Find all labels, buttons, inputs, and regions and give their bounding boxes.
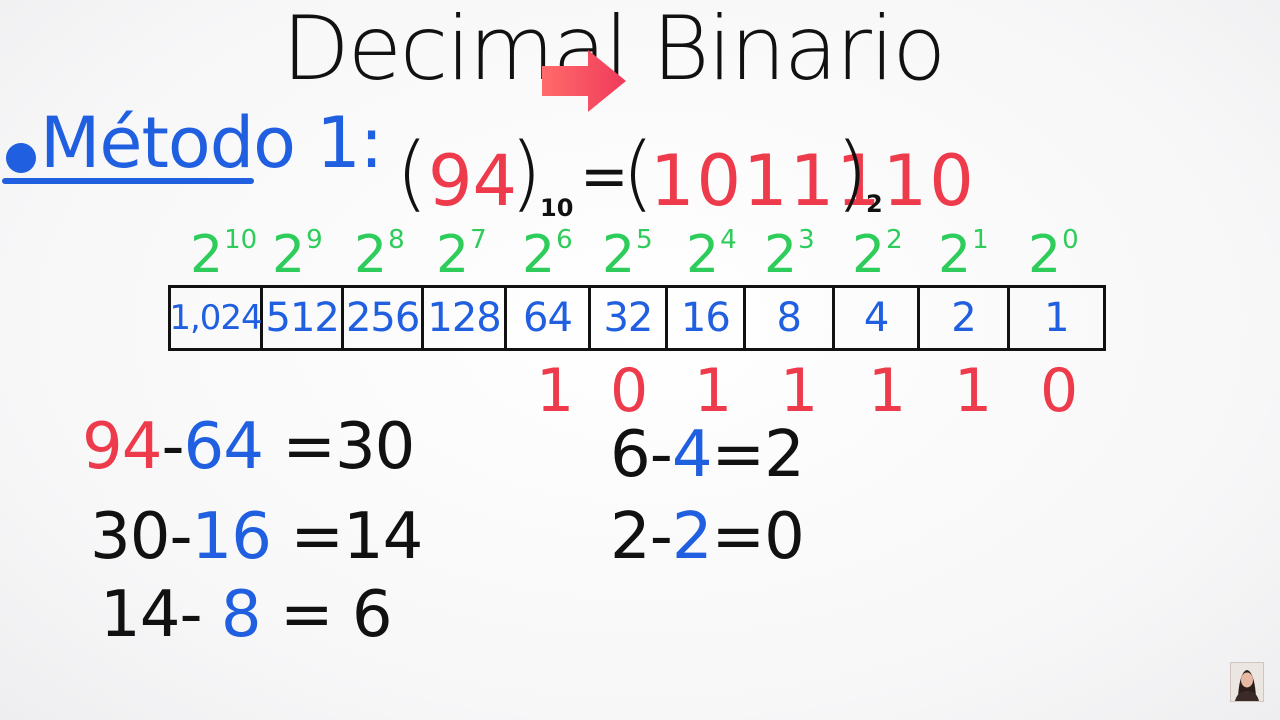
right-arrow-icon: [542, 50, 626, 112]
place-value-cell: 32: [591, 288, 669, 348]
equation-base-2: 2: [866, 190, 883, 218]
calc-line-1: 94-64 =30: [82, 410, 415, 484]
power-2-3: 23: [764, 224, 815, 285]
power-2-4: 24: [686, 224, 737, 285]
calc-line-4: 6-4=2: [610, 418, 805, 492]
power-2-10: 210: [190, 224, 258, 285]
channel-avatar[interactable]: [1230, 662, 1264, 702]
bit-digit: 1: [536, 356, 575, 426]
place-value-cell: 16: [668, 288, 746, 348]
place-value-cell: 1,024: [169, 288, 263, 348]
bit-digit: 1: [954, 356, 993, 426]
title-binario: Binario: [652, 0, 946, 100]
place-value-cell: 4: [835, 288, 921, 348]
equation-base-10: 10: [540, 194, 574, 222]
equation-decimal-number: 94: [428, 140, 518, 222]
place-value-cell: 512: [263, 288, 345, 348]
place-value-cell: 128: [424, 288, 508, 348]
power-2-7: 27: [436, 224, 487, 285]
bit-digit: 0: [610, 356, 649, 426]
equation-close-paren-1: ): [510, 126, 542, 221]
place-value-cell: 2: [920, 288, 1010, 348]
power-2-6: 26: [522, 224, 573, 285]
calc-line-5: 2-2=0: [610, 500, 805, 574]
method-heading: Método 1:: [40, 102, 383, 184]
bit-digit: 1: [694, 356, 733, 426]
place-value-table: 1,024 512 256 128 64 32 16 8 4 2 1: [168, 285, 1106, 351]
equation-open-paren-1: (: [396, 126, 428, 221]
bullet-dot: [6, 143, 36, 173]
power-2-8: 28: [354, 224, 405, 285]
place-value-cell: 64: [507, 288, 591, 348]
place-value-cell: 8: [746, 288, 835, 348]
place-value-cell: 1: [1044, 295, 1069, 341]
power-2-0: 20: [1028, 224, 1079, 285]
bit-digit: 0: [1040, 356, 1079, 426]
method-underline: [2, 178, 254, 184]
bit-digit: 1: [780, 356, 819, 426]
person-avatar-icon: [1231, 663, 1263, 701]
power-2-2: 22: [852, 224, 903, 285]
equation-binary-number: 1011110: [650, 140, 976, 222]
bit-digit: 1: [868, 356, 907, 426]
place-value-cell: 256: [344, 288, 424, 348]
calc-line-3: 14- 8 = 6: [100, 578, 393, 652]
power-2-1: 21: [938, 224, 989, 285]
power-2-5: 25: [602, 224, 653, 285]
power-2-9: 29: [272, 224, 323, 285]
equation-close-paren-2: ): [836, 126, 868, 221]
calc-line-2: 30-16 =14: [90, 500, 423, 574]
